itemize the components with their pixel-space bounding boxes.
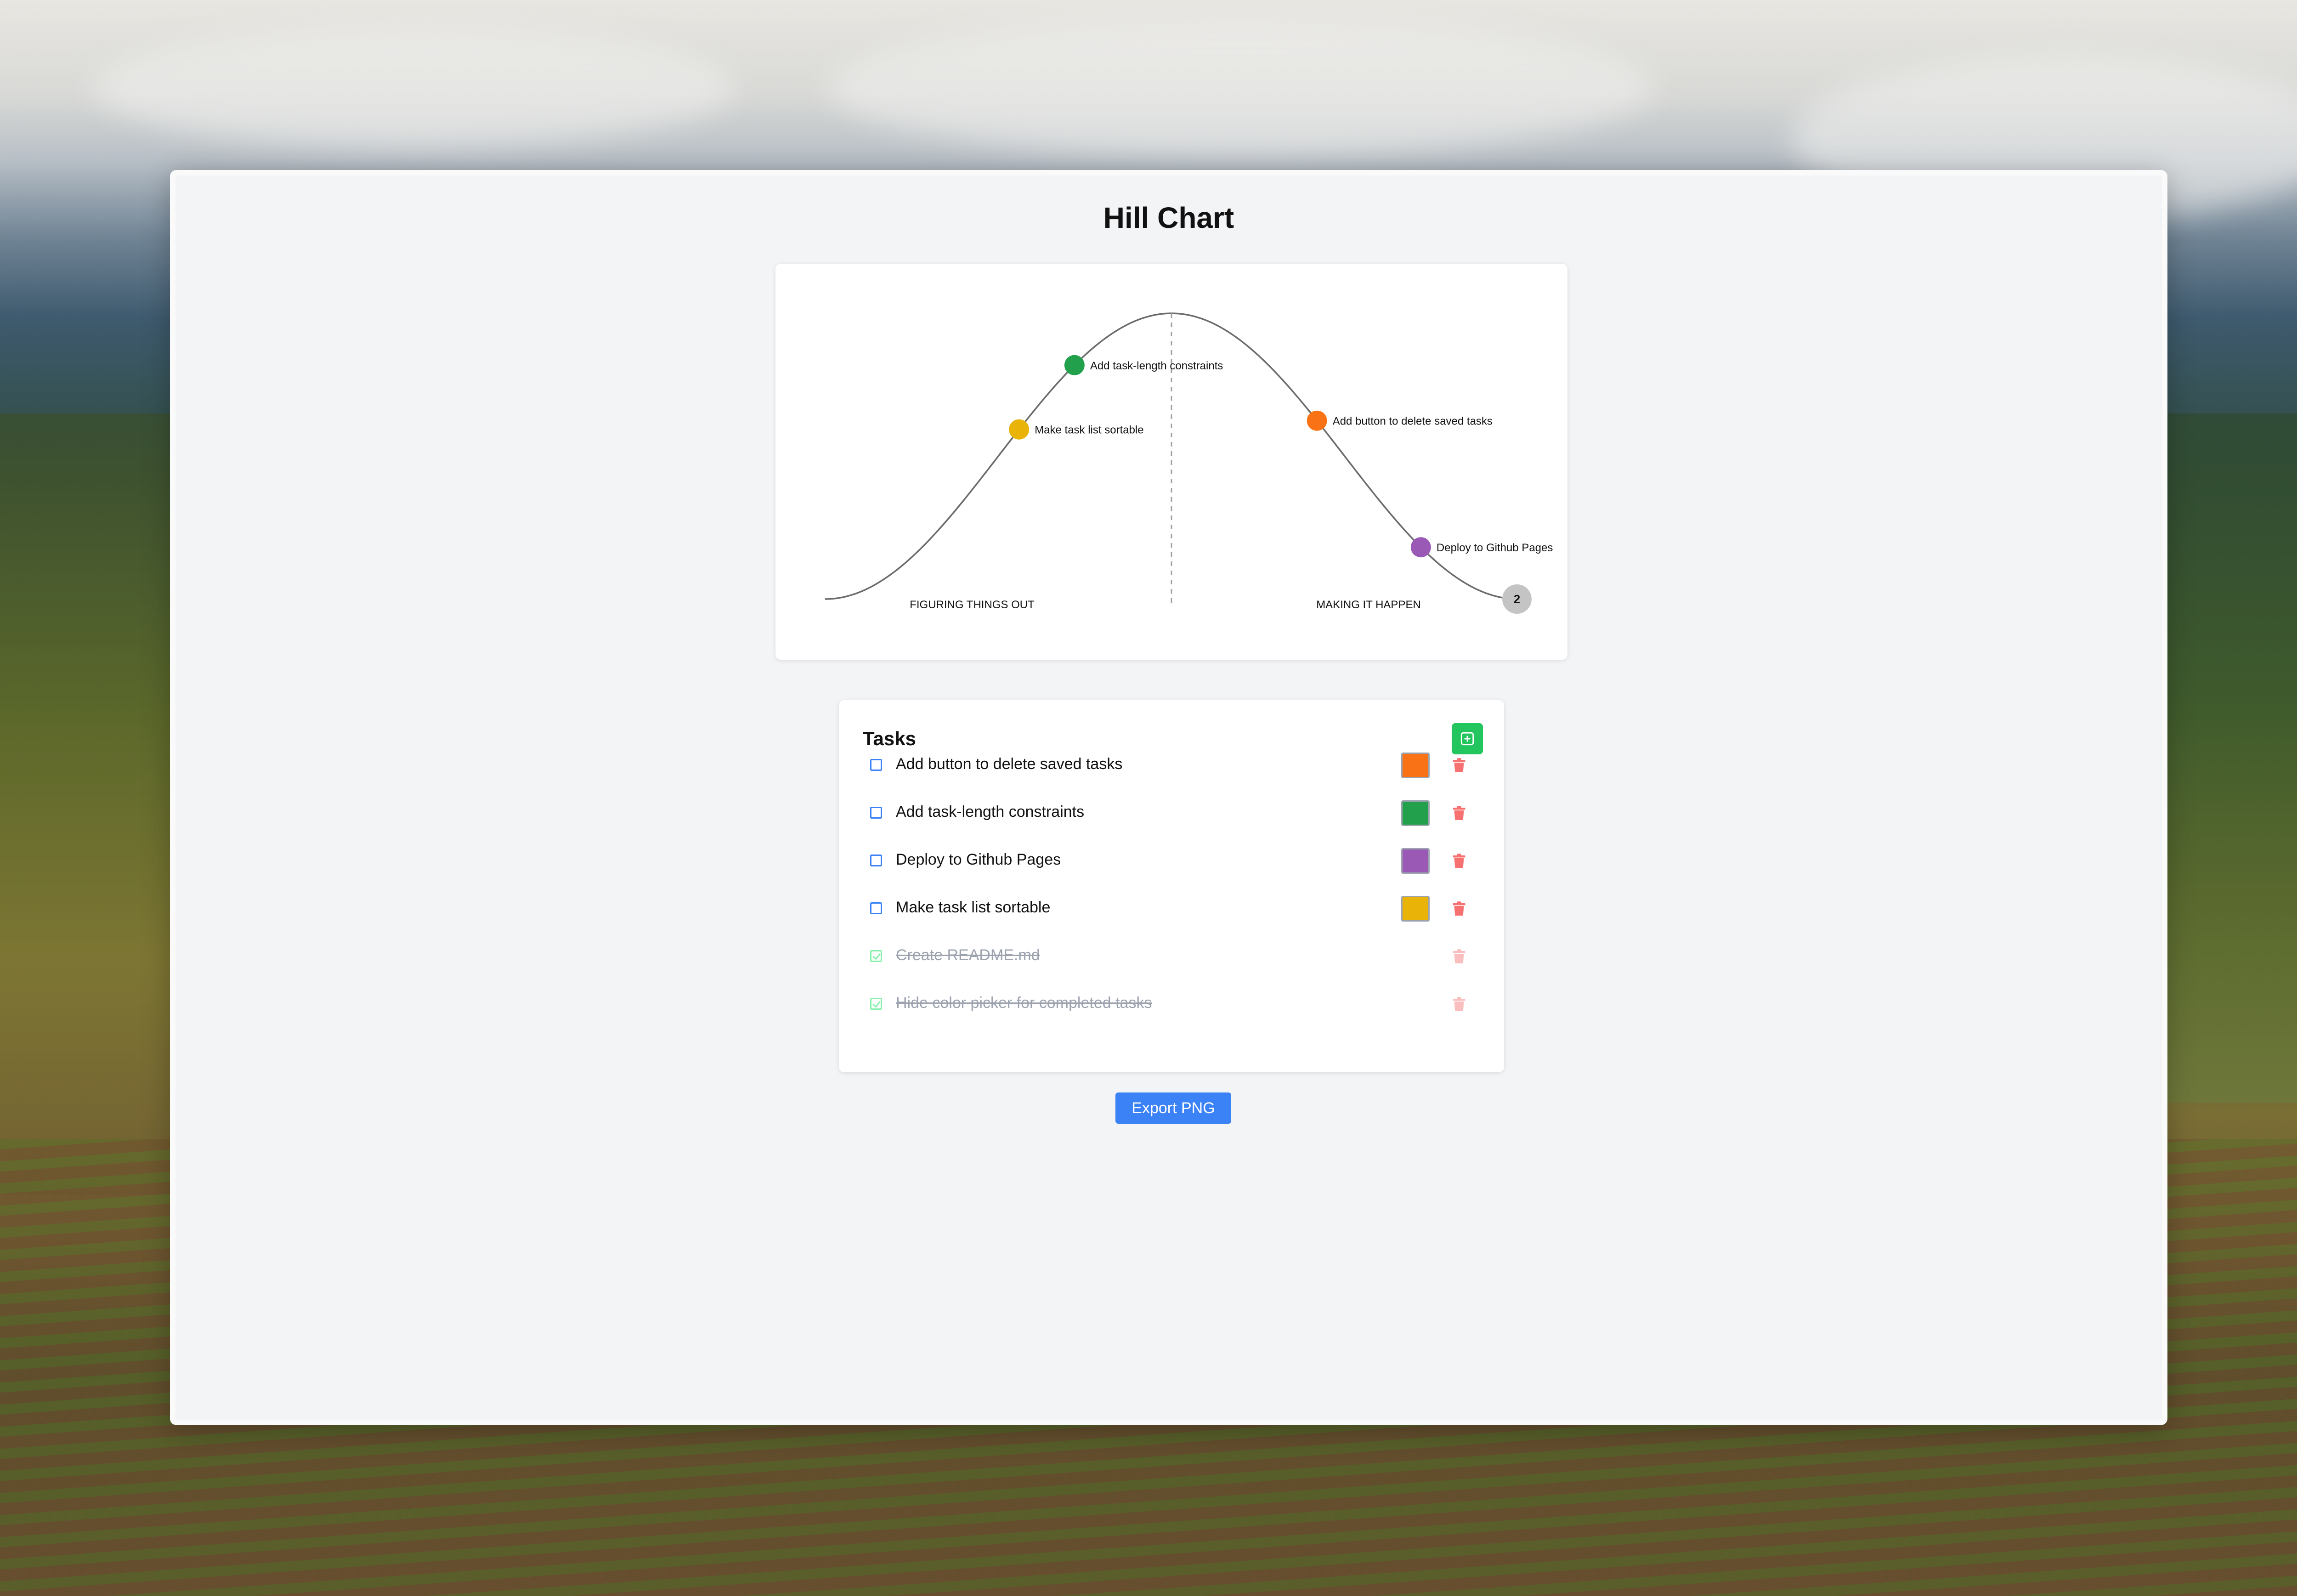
task-row-completed: Create README.md: [863, 939, 1483, 976]
plus-square-icon: [1460, 732, 1474, 746]
task-checkbox-checked[interactable]: [870, 950, 882, 962]
app-window: Hill Chart FIGURING THINGS OUT MAKING IT…: [170, 170, 2167, 1425]
delete-task-button[interactable]: [1448, 802, 1470, 824]
task-color-picker[interactable]: [1401, 753, 1430, 778]
hill-points: Make task list sortable Add task-length c…: [1009, 355, 1553, 558]
task-label[interactable]: Make task list sortable: [896, 899, 1050, 917]
hill-chart-card: FIGURING THINGS OUT MAKING IT HAPPEN Mak…: [775, 264, 1567, 660]
hill-point-label: Add button to delete saved tasks: [1333, 415, 1493, 428]
export-png-button[interactable]: Export PNG: [1115, 1092, 1231, 1124]
hill-point-label: Make task list sortable: [1035, 424, 1143, 436]
cloud: [92, 28, 735, 147]
trash-icon: [1453, 901, 1465, 916]
cloud: [827, 18, 1654, 156]
hill-chart: FIGURING THINGS OUT MAKING IT HAPPEN Mak…: [825, 312, 1553, 614]
tasks-heading: Tasks: [863, 728, 916, 749]
task-color-picker[interactable]: [1401, 896, 1430, 922]
task-row-completed: Hide color picker for completed tasks: [863, 987, 1483, 1024]
task-label[interactable]: Add task-length constraints: [896, 803, 1084, 821]
trash-icon: [1453, 758, 1465, 772]
hill-point[interactable]: [1307, 410, 1327, 431]
hill-point-label: Deploy to Github Pages: [1437, 542, 1553, 554]
tasks-panel: Tasks Add button to delete saved tasks A…: [839, 700, 1504, 1072]
task-label[interactable]: Hide color picker for completed tasks: [896, 994, 1152, 1012]
forest-right: [2163, 413, 2297, 1103]
task-label[interactable]: Create README.md: [896, 946, 1040, 964]
trash-icon: [1453, 806, 1465, 820]
task-row: Make task list sortable: [863, 891, 1483, 928]
task-checkbox[interactable]: [870, 855, 882, 866]
delete-task-button[interactable]: [1448, 754, 1470, 776]
task-row: Add task-length constraints: [863, 796, 1483, 832]
trash-icon: [1453, 949, 1465, 963]
task-color-picker[interactable]: [1401, 800, 1430, 826]
trash-icon: [1453, 997, 1465, 1011]
hill-point[interactable]: [1064, 355, 1085, 375]
delete-task-button[interactable]: [1448, 945, 1470, 968]
delete-task-button[interactable]: [1448, 993, 1470, 1015]
task-label[interactable]: Add button to delete saved tasks: [896, 755, 1122, 773]
task-label[interactable]: Deploy to Github Pages: [896, 851, 1061, 869]
task-checkbox[interactable]: [870, 807, 882, 819]
hill-point-label: Add task-length constraints: [1090, 360, 1223, 372]
delete-task-button[interactable]: [1448, 898, 1470, 920]
hill-point[interactable]: [1410, 537, 1431, 558]
task-checkbox[interactable]: [870, 902, 882, 914]
task-checkbox[interactable]: [870, 759, 882, 771]
task-color-picker[interactable]: [1401, 848, 1430, 874]
trash-icon: [1453, 854, 1465, 868]
task-row: Deploy to Github Pages: [863, 843, 1483, 880]
hill-point[interactable]: [1009, 419, 1030, 440]
region-label-left: FIGURING THINGS OUT: [910, 599, 1035, 611]
completed-cluster[interactable]: 2: [1502, 584, 1532, 614]
delete-task-button[interactable]: [1448, 850, 1470, 872]
task-checkbox-checked[interactable]: [870, 998, 882, 1010]
region-label-right: MAKING IT HAPPEN: [1316, 599, 1421, 611]
task-row: Add button to delete saved tasks: [863, 748, 1483, 785]
forest-left: [0, 413, 175, 1194]
completed-cluster-count: 2: [1514, 592, 1520, 606]
page-title: Hill Chart: [1103, 201, 1234, 234]
